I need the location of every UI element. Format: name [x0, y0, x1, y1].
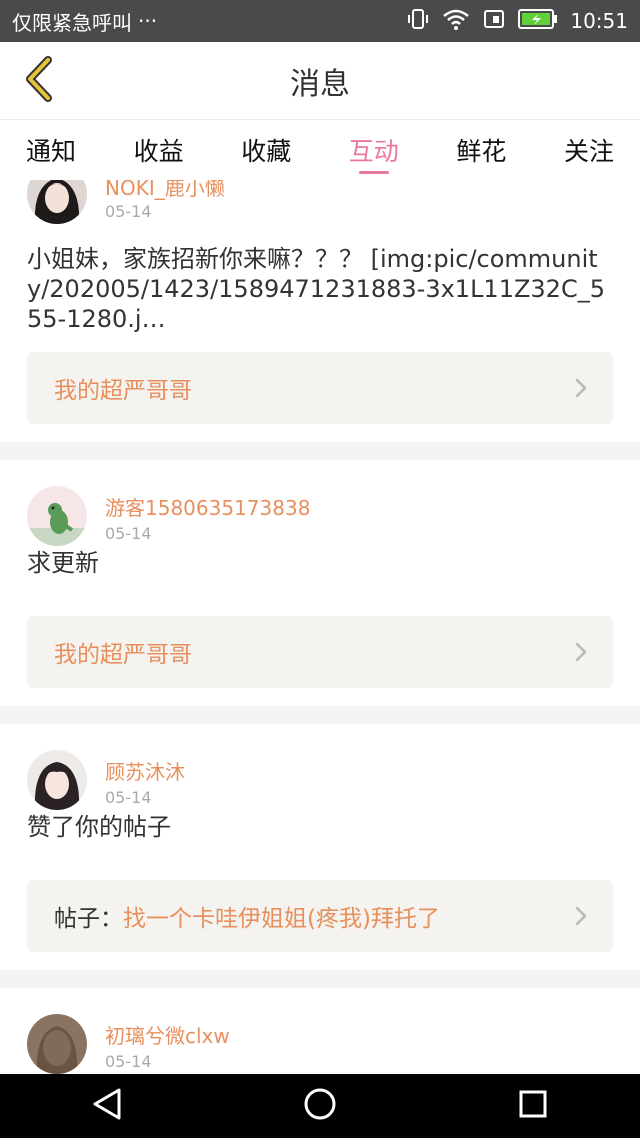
avatar[interactable] [27, 1014, 87, 1074]
message-card: 游客1580635173838 05-14 求更新 我的超严哥哥 [0, 460, 640, 706]
message-card: 顾苏沐沐 05-14 赞了你的帖子 帖子： 找一个卡哇伊姐姐(疼我)拜托了 [0, 724, 640, 970]
nav-recents-button[interactable] [503, 1076, 563, 1136]
ref-title: 我的超严哥哥 [54, 642, 192, 668]
referenced-post[interactable]: 我的超严哥哥 [27, 616, 613, 688]
battery-icon [518, 8, 558, 35]
ref-title: 我的超严哥哥 [54, 378, 192, 404]
tab-favorites[interactable]: 收藏 [241, 120, 291, 180]
chevron-right-icon [575, 378, 587, 402]
wifi-icon [442, 7, 470, 36]
vibrate-icon [406, 7, 430, 36]
message-text: 小姐妹，家族招新你来嘛？？？ [img:pic/community/202005… [27, 245, 605, 333]
avatar[interactable] [27, 486, 87, 546]
system-nav-bar [0, 1074, 640, 1138]
message-text: 求更新 [27, 549, 99, 577]
message-date: 05-14 [105, 202, 152, 221]
message-text: 赞了你的帖子 [27, 813, 171, 841]
message-date: 05-14 [105, 788, 152, 807]
chevron-left-icon [22, 56, 56, 106]
tab-earnings[interactable]: 收益 [134, 120, 184, 180]
user-name[interactable]: NOKI_鹿小懒 [105, 180, 225, 201]
sim-icon [482, 7, 506, 36]
tab-bar: 通知 收益 收藏 互动 鲜花 关注 [0, 120, 640, 180]
avatar[interactable] [27, 180, 87, 224]
page-title: 消息 [290, 66, 350, 102]
avatar[interactable] [27, 750, 87, 810]
ref-prefix: 帖子： [54, 906, 123, 932]
tab-flowers[interactable]: 鲜花 [456, 120, 506, 180]
user-name[interactable]: 初璃兮微clxw [105, 1020, 230, 1049]
chevron-right-icon [575, 642, 587, 666]
nav-back-button[interactable] [77, 1076, 137, 1136]
user-name[interactable]: 游客1580635173838 [105, 492, 310, 521]
referenced-post[interactable]: 帖子： 找一个卡哇伊姐姐(疼我)拜托了 [27, 880, 613, 952]
more-notifications-text: ··· [138, 9, 158, 33]
square-recents-icon [518, 1089, 548, 1123]
nav-home-button[interactable] [290, 1076, 350, 1136]
ref-title: 找一个卡哇伊姐姐(疼我)拜托了 [123, 906, 440, 932]
carrier-text: 仅限紧急呼叫 [12, 10, 132, 35]
tab-following[interactable]: 关注 [564, 120, 614, 180]
message-card: NOKI_鹿小懒 05-14 小姐妹，家族招新你来嘛？？？ [img:pic/c… [0, 180, 640, 442]
circle-home-icon [303, 1087, 337, 1125]
clock-text: 10:51 [570, 9, 628, 33]
referenced-post[interactable]: 我的超严哥哥 [27, 352, 613, 424]
message-date: 05-14 [105, 524, 152, 543]
user-name[interactable]: 顾苏沐沐 [105, 756, 185, 785]
message-list[interactable]: NOKI_鹿小懒 05-14 小姐妹，家族招新你来嘛？？？ [img:pic/c… [0, 180, 640, 1074]
app-header: 消息 [0, 42, 640, 120]
message-card: 初璃兮微clxw 05-14 [0, 988, 640, 1074]
chevron-right-icon [575, 906, 587, 930]
triangle-back-icon [91, 1087, 123, 1125]
back-button[interactable] [14, 56, 64, 106]
tab-notifications[interactable]: 通知 [26, 120, 76, 180]
status-bar: 仅限紧急呼叫 ··· 10:51 [0, 0, 640, 42]
tab-interactions[interactable]: 互动 [349, 120, 399, 180]
message-date: 05-14 [105, 1052, 152, 1071]
